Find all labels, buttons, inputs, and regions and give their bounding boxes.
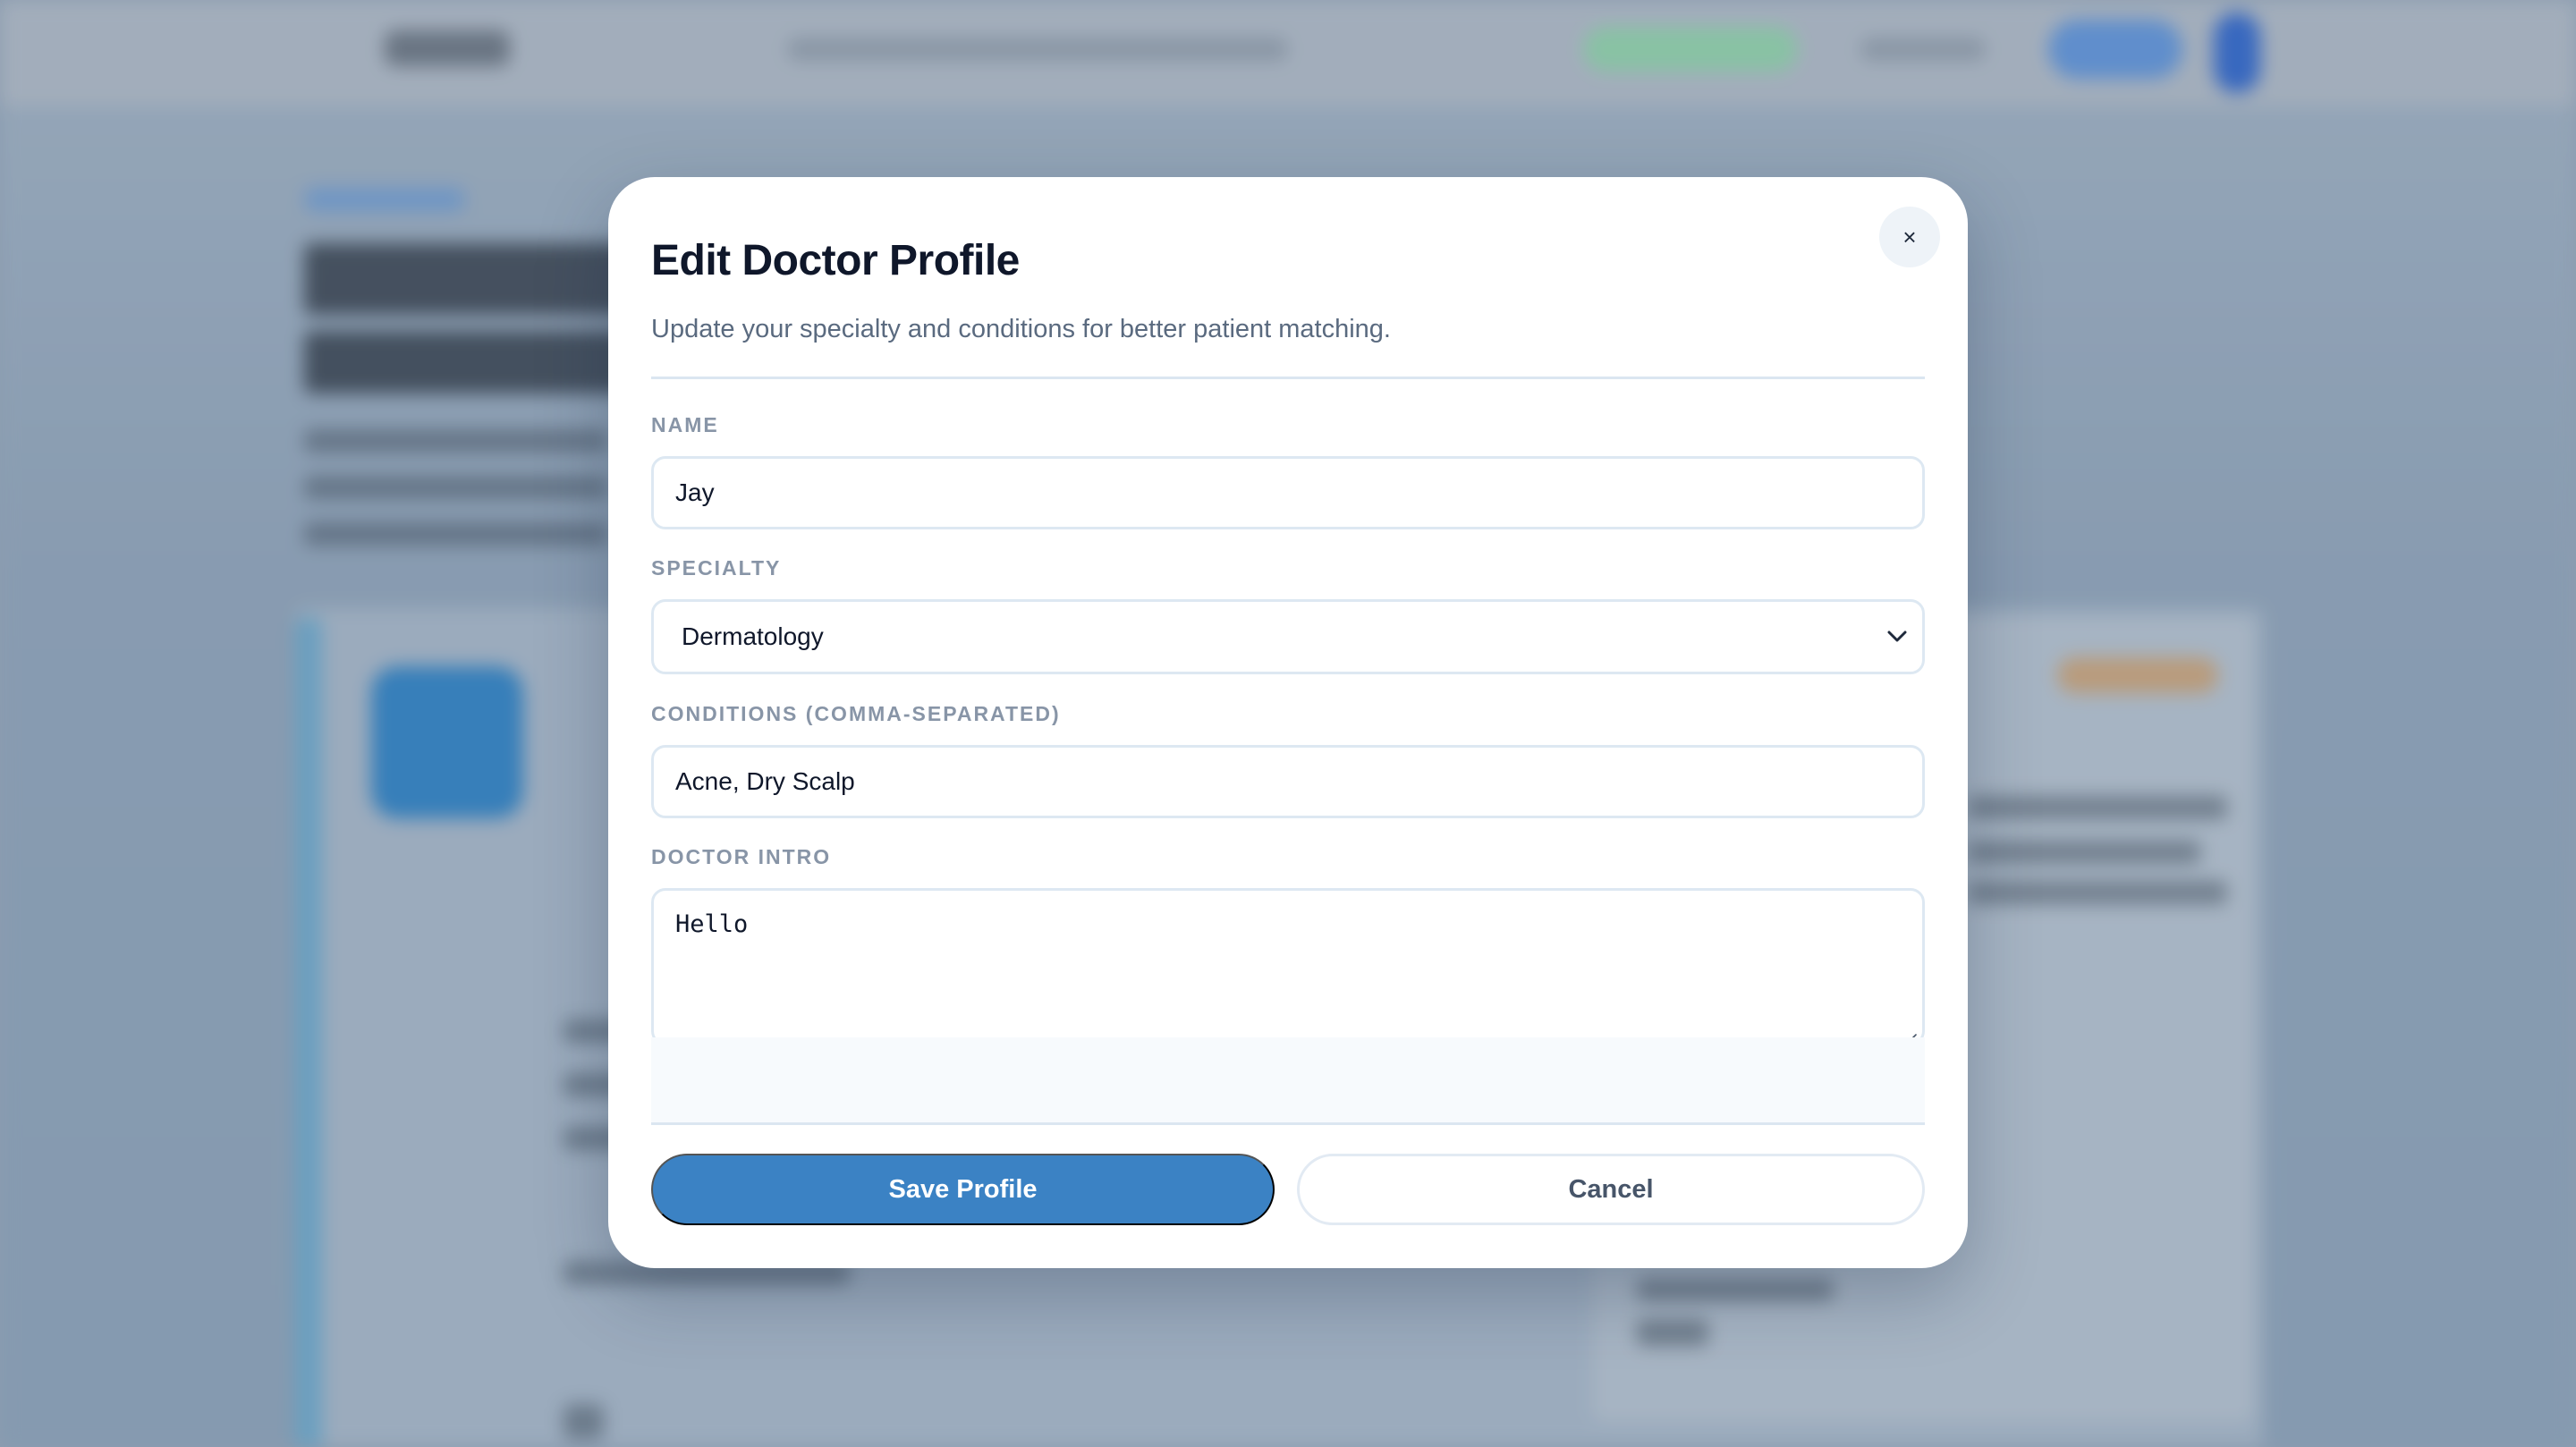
specialty-select-value: Dermatology [682, 622, 824, 650]
name-input[interactable]: Jay [651, 456, 1925, 529]
cancel-button[interactable]: Cancel [1297, 1154, 1925, 1225]
specialty-label: SPECIALTY [651, 556, 782, 580]
conditions-input[interactable]: Acne, Dry Scalp [651, 745, 1925, 818]
chevron-down-icon [1885, 624, 1910, 649]
modal-footer-background [651, 1037, 1925, 1123]
resize-handle-icon[interactable] [1902, 1023, 1917, 1045]
header-divider [651, 377, 1925, 379]
doctor-intro-label: DOCTOR INTRO [651, 845, 832, 868]
specialty-select[interactable]: Dermatology [651, 599, 1925, 674]
save-profile-button[interactable]: Save Profile [651, 1154, 1275, 1225]
modal-subtitle: Update your specialty and conditions for… [651, 315, 1391, 343]
name-label: NAME [651, 413, 719, 436]
conditions-input-value: Acne, Dry Scalp [675, 767, 855, 795]
doctor-intro-value: Hello [675, 910, 749, 938]
footer-divider [651, 1122, 1925, 1125]
doctor-intro-textarea[interactable]: Hello [651, 888, 1925, 1045]
name-input-value: Jay [675, 478, 715, 506]
conditions-label: CONDITIONS (COMMA-SEPARATED) [651, 702, 1061, 725]
close-icon: × [1902, 223, 1917, 250]
modal-title: Edit Doctor Profile [651, 237, 1020, 284]
close-button[interactable]: × [1879, 207, 1940, 267]
